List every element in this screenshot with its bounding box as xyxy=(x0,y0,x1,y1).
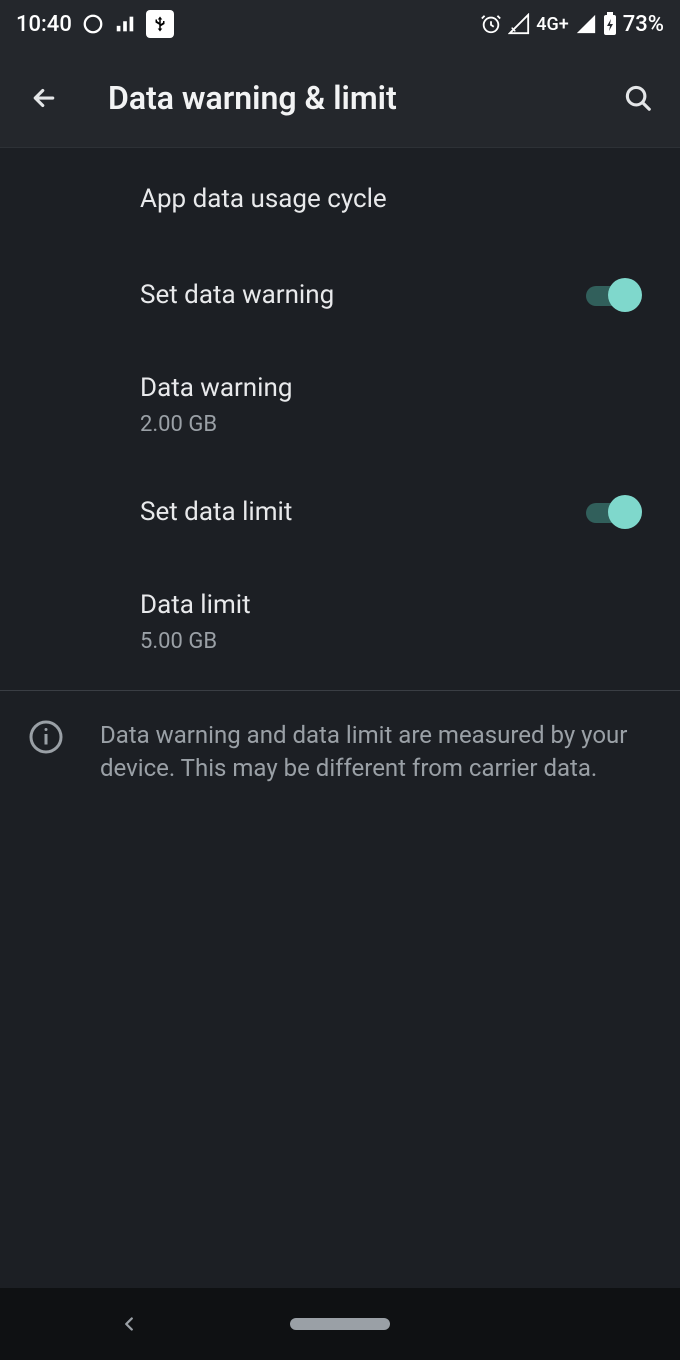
sync-icon xyxy=(82,13,104,35)
alarm-icon xyxy=(480,13,502,35)
setting-data-limit[interactable]: Data limit 5.00 GB xyxy=(0,561,680,682)
cellular-no-signal-icon xyxy=(508,13,530,35)
nav-home-pill[interactable] xyxy=(290,1318,390,1330)
network-type-label: 4G+ xyxy=(536,14,568,35)
settings-list: App data usage cycle Set data warning Da… xyxy=(0,148,680,814)
setting-value: 5.00 GB xyxy=(140,629,646,654)
battery-charging-icon xyxy=(603,12,617,36)
navigation-bar xyxy=(0,1288,680,1360)
usb-icon xyxy=(146,10,174,38)
setting-label: Data warning xyxy=(140,372,646,406)
setting-value: 2.00 GB xyxy=(140,412,646,437)
info-icon xyxy=(28,719,64,755)
page-title: Data warning & limit xyxy=(108,79,614,117)
signal-bars-icon xyxy=(114,13,136,35)
search-button[interactable] xyxy=(614,74,662,122)
status-bar: 10:40 4G+ 73% xyxy=(0,0,680,48)
setting-label: Set data limit xyxy=(140,496,586,530)
nav-back-button[interactable] xyxy=(118,1313,140,1335)
setting-label: Set data warning xyxy=(140,279,586,313)
status-time: 10:40 xyxy=(16,12,72,37)
app-bar: Data warning & limit xyxy=(0,48,680,148)
back-button[interactable] xyxy=(20,74,68,122)
setting-label: App data usage cycle xyxy=(140,183,646,217)
setting-set-data-warning[interactable]: Set data warning xyxy=(0,248,680,344)
footer-note: Data warning and data limit are measured… xyxy=(0,691,680,814)
setting-data-warning[interactable]: Data warning 2.00 GB xyxy=(0,344,680,465)
set-data-warning-toggle[interactable] xyxy=(586,278,642,314)
setting-set-data-limit[interactable]: Set data limit xyxy=(0,465,680,561)
set-data-limit-toggle[interactable] xyxy=(586,495,642,531)
footer-note-text: Data warning and data limit are measured… xyxy=(100,719,646,786)
battery-percent: 73% xyxy=(623,12,664,37)
cellular-signal-icon xyxy=(575,13,597,35)
setting-app-data-usage-cycle[interactable]: App data usage cycle xyxy=(0,152,680,248)
setting-label: Data limit xyxy=(140,589,646,623)
